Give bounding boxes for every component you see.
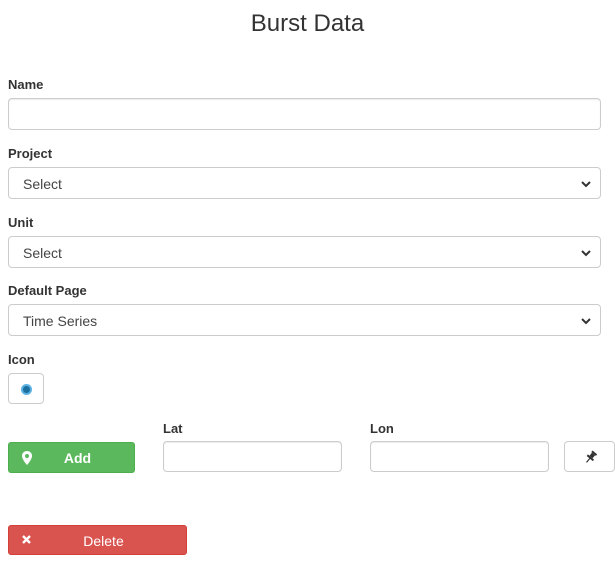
unit-select-value: Select [23, 245, 62, 261]
project-label: Project [8, 146, 53, 161]
chevron-down-icon [581, 181, 591, 188]
default-page-select[interactable]: Time Series [8, 304, 601, 336]
lon-input[interactable] [370, 441, 549, 472]
add-button-label: Add [63, 450, 92, 466]
unit-select[interactable]: Select [8, 236, 601, 268]
chevron-down-icon [581, 250, 591, 257]
name-label: Name [8, 77, 44, 92]
icon-label: Icon [8, 352, 35, 367]
chevron-down-icon [581, 318, 591, 325]
default-page-label: Default Page [8, 283, 87, 298]
delete-button[interactable]: Delete [8, 525, 187, 555]
unit-label: Unit [8, 215, 34, 230]
project-select[interactable]: Select [8, 167, 601, 199]
circle-marker-icon [21, 384, 32, 395]
name-input[interactable] [8, 98, 601, 130]
lat-input[interactable] [163, 441, 342, 472]
pick-location-button[interactable] [564, 441, 615, 472]
default-page-select-value: Time Series [23, 313, 98, 329]
pushpin-icon [586, 450, 598, 463]
lon-label: Lon [370, 421, 394, 436]
delete-button-label: Delete [83, 533, 124, 549]
add-location-button[interactable]: Add [8, 442, 135, 473]
page-title: Burst Data [250, 10, 365, 37]
lat-label: Lat [163, 421, 183, 436]
project-select-value: Select [23, 176, 62, 192]
icon-picker-button[interactable] [8, 373, 44, 404]
